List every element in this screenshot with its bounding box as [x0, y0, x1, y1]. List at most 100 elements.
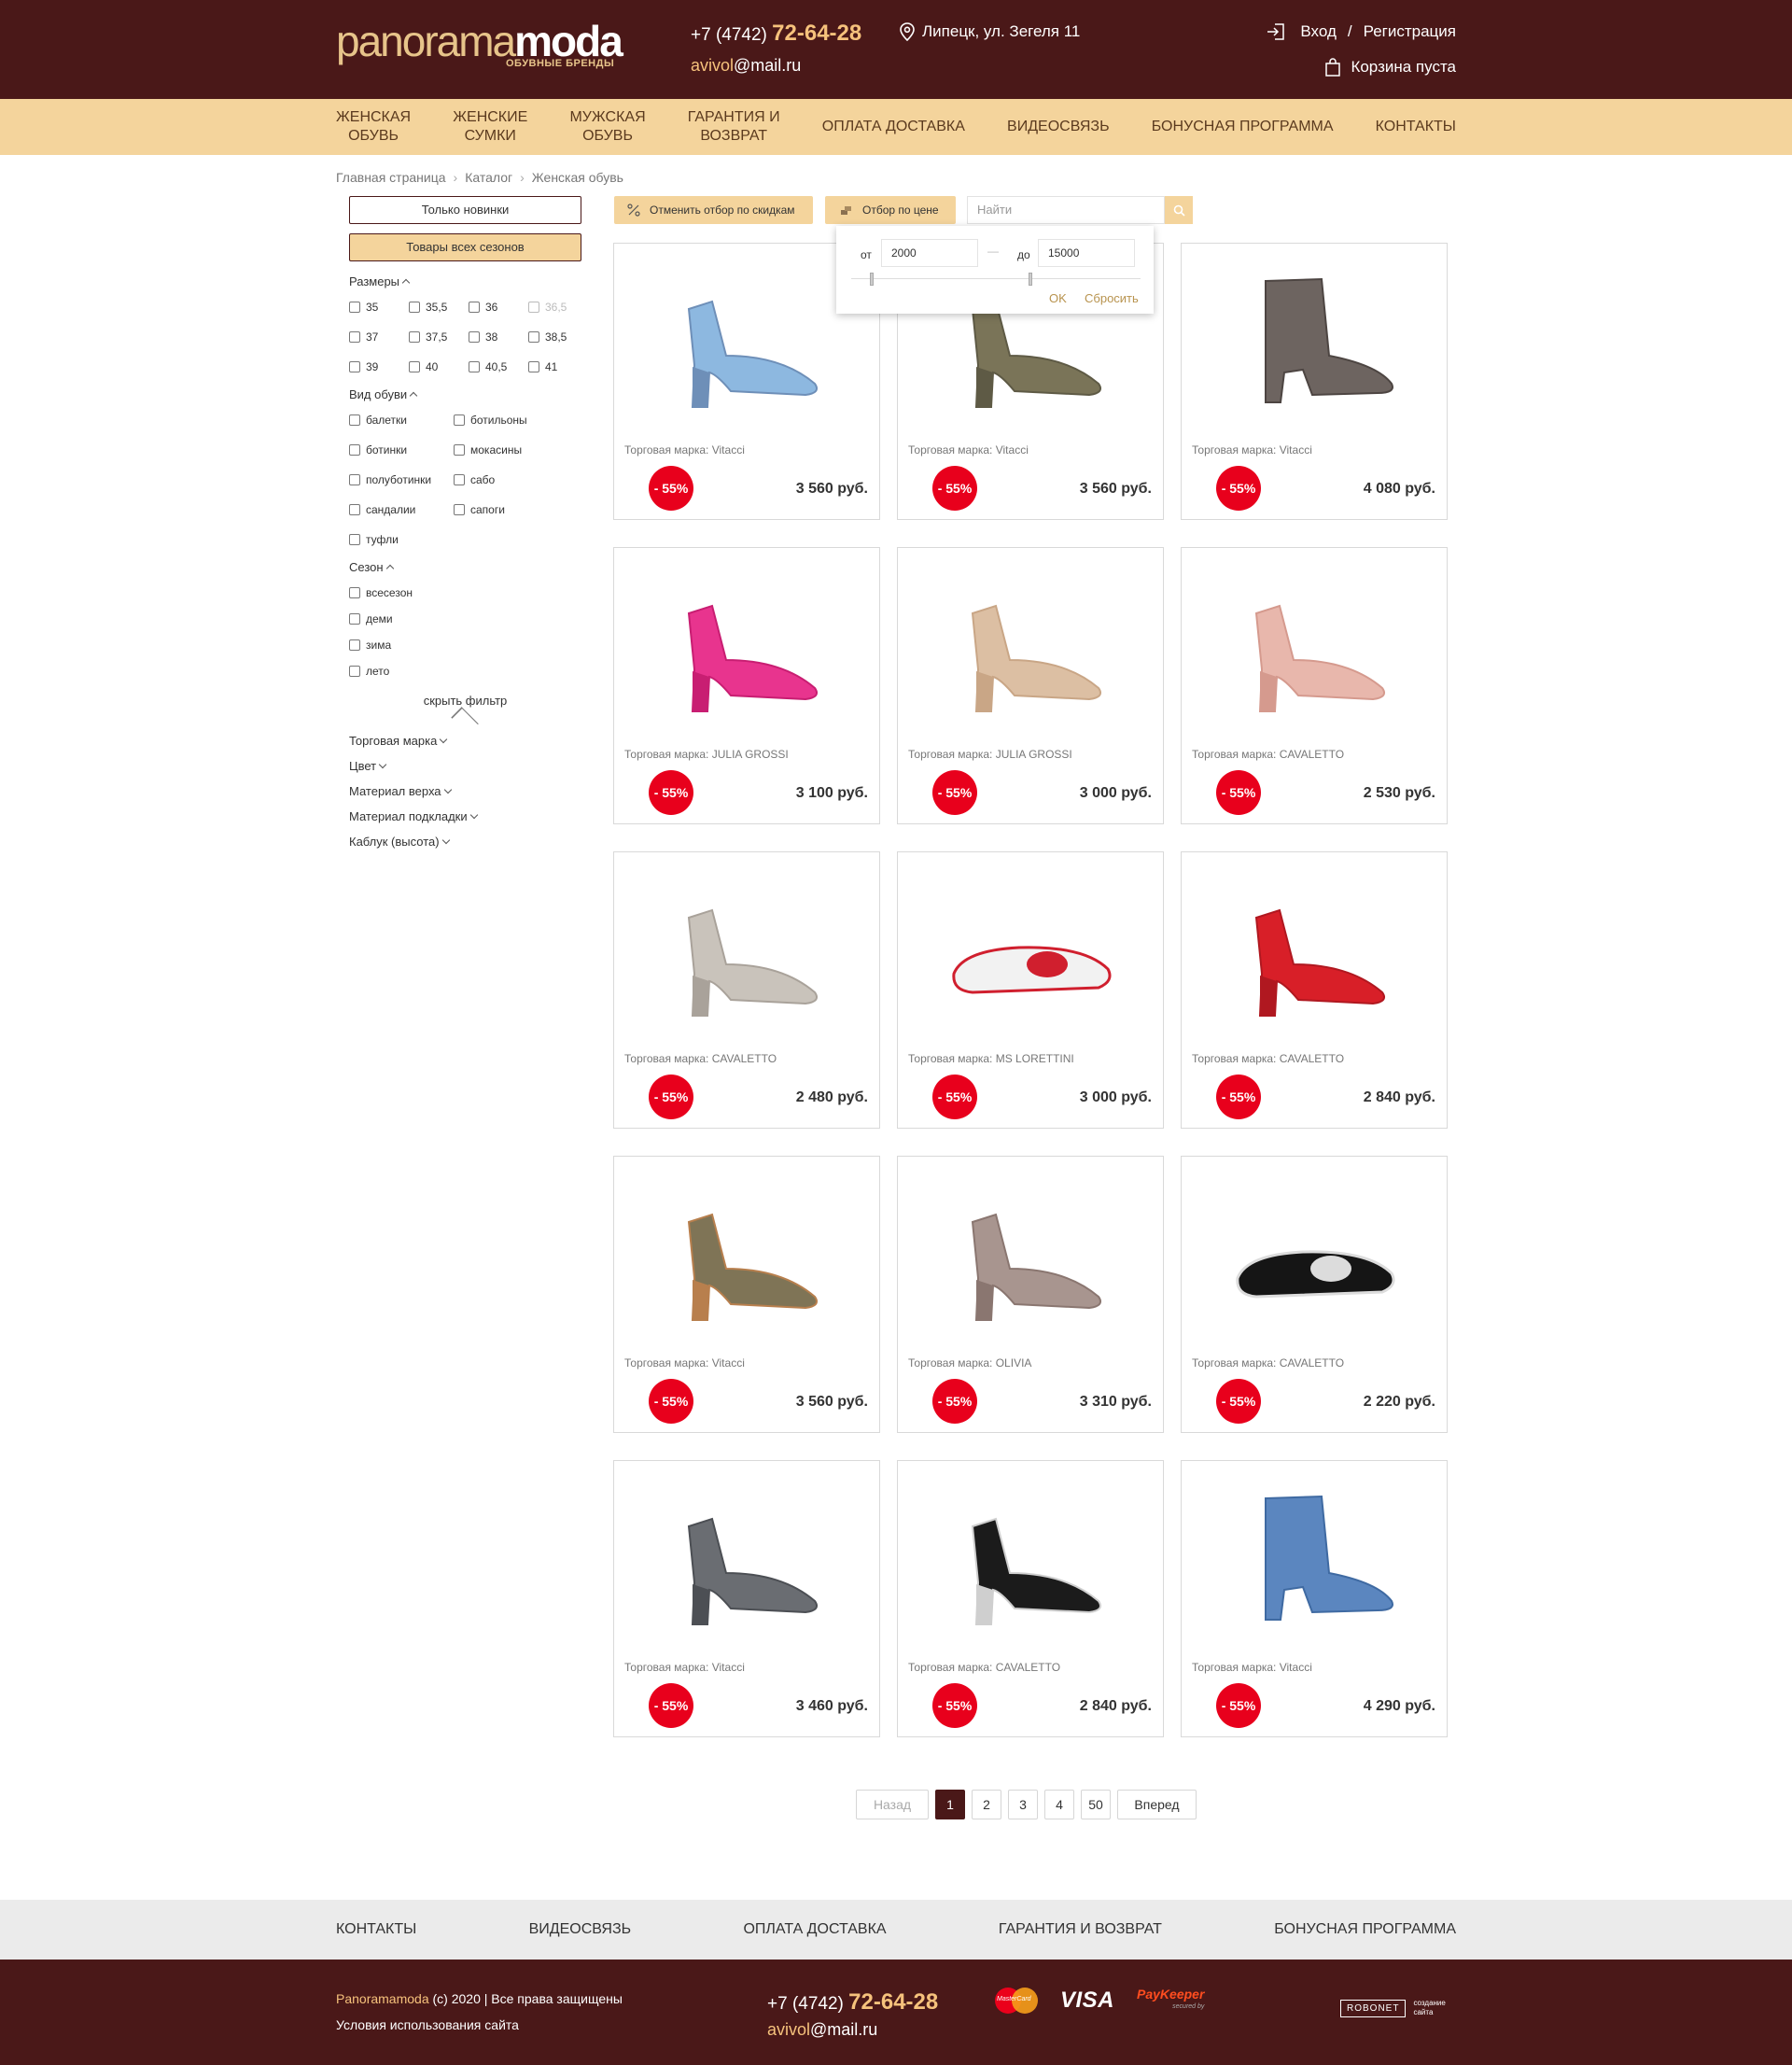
- checkbox[interactable]: [454, 504, 465, 515]
- collapsed-filter-toggle[interactable]: Материал подкладки: [349, 809, 582, 823]
- checkbox[interactable]: [349, 504, 360, 515]
- checkbox[interactable]: [349, 613, 360, 625]
- product-card[interactable]: Торговая марка: Vitacci - 55% 3 460 руб.: [613, 1460, 880, 1737]
- nav-item[interactable]: ОПЛАТА ДОСТАВКА: [822, 118, 965, 136]
- all-seasons-button[interactable]: Товары всех сезонов: [349, 233, 581, 261]
- size-checkbox[interactable]: 40: [409, 359, 469, 374]
- checkbox[interactable]: [349, 302, 360, 313]
- checkbox[interactable]: [454, 414, 465, 426]
- product-card[interactable]: Торговая марка: CAVALETTO - 55% 2 840 руб.: [897, 1460, 1164, 1737]
- checkbox[interactable]: [409, 302, 420, 313]
- product-image[interactable]: [623, 557, 870, 735]
- size-checkbox[interactable]: 35: [349, 300, 409, 315]
- sizes-filter-toggle[interactable]: Размеры: [349, 274, 582, 288]
- checkbox[interactable]: [349, 639, 360, 651]
- checkbox[interactable]: [349, 361, 360, 372]
- season-checkbox[interactable]: деми: [349, 611, 536, 626]
- footer-brand-link[interactable]: Panoramamoda: [336, 1991, 429, 2006]
- checkbox[interactable]: [409, 361, 420, 372]
- footer-nav-item[interactable]: БОНУСНАЯ ПРОГРАММА: [1274, 1921, 1456, 1938]
- product-card[interactable]: Торговая марка: Vitacci - 55% 4 080 руб.: [1181, 243, 1448, 520]
- footer-email[interactable]: avivol@mail.ru: [767, 2020, 877, 2040]
- product-card[interactable]: Торговая марка: CAVALETTO - 55% 2 480 руб.: [613, 851, 880, 1129]
- page-number-button[interactable]: 50: [1081, 1790, 1111, 1819]
- only-new-button[interactable]: Только новинки: [349, 196, 581, 224]
- collapsed-filter-toggle[interactable]: Каблук (высота): [349, 835, 582, 849]
- search-button[interactable]: [1165, 196, 1193, 224]
- price-filter-button[interactable]: Отбор по цене: [825, 196, 956, 224]
- next-page-button[interactable]: Вперед: [1117, 1790, 1197, 1819]
- nav-item[interactable]: ГАРАНТИЯ И ВОЗВРАТ: [688, 108, 780, 146]
- collapsed-filter-toggle[interactable]: Материал верха: [349, 784, 582, 798]
- checkbox[interactable]: [349, 414, 360, 426]
- product-image[interactable]: [1191, 1470, 1437, 1648]
- product-image[interactable]: [907, 557, 1154, 735]
- product-card[interactable]: Торговая марка: JULIA GROSSI - 55% 3 000 р…: [897, 547, 1164, 824]
- price-ok-button[interactable]: OK: [1049, 291, 1067, 305]
- product-card[interactable]: Торговая марка: JULIA GROSSI - 55% 3 100 р…: [613, 547, 880, 824]
- footer-nav-item[interactable]: ВИДЕОСВЯЗЬ: [529, 1921, 632, 1938]
- checkbox[interactable]: [349, 474, 360, 485]
- price-from-input[interactable]: 2000: [881, 239, 978, 267]
- robonet-logo[interactable]: ROBONET создание сайта: [1340, 1999, 1446, 2017]
- checkbox[interactable]: [349, 444, 360, 456]
- shoe-type-checkbox[interactable]: сабо: [454, 472, 566, 487]
- season-filter-toggle[interactable]: Сезон: [349, 560, 582, 574]
- shoe-type-checkbox[interactable]: туфли: [349, 532, 454, 547]
- nav-item[interactable]: ВИДЕОСВЯЗЬ: [1007, 118, 1110, 136]
- cart[interactable]: Корзина пуста: [1324, 58, 1456, 77]
- checkbox[interactable]: [469, 331, 480, 343]
- footer-nav-item[interactable]: КОНТАКТЫ: [336, 1921, 416, 1938]
- checkbox[interactable]: [469, 361, 480, 372]
- shoe-type-checkbox[interactable]: сандалии: [349, 502, 454, 517]
- checkbox[interactable]: [454, 444, 465, 456]
- product-card[interactable]: Торговая марка: CAVALETTO - 55% 2 530 руб.: [1181, 547, 1448, 824]
- breadcrumb-item[interactable]: Главная страница: [336, 170, 446, 185]
- price-slider-track[interactable]: [851, 278, 1141, 279]
- cancel-discount-filter-button[interactable]: Отменить отбор по скидкам: [614, 196, 813, 224]
- page-number-button[interactable]: 4: [1044, 1790, 1074, 1819]
- size-checkbox[interactable]: 37,5: [409, 330, 469, 344]
- season-checkbox[interactable]: всесезон: [349, 585, 536, 600]
- product-image[interactable]: [1191, 253, 1437, 430]
- nav-item[interactable]: КОНТАКТЫ: [1376, 118, 1456, 136]
- product-card[interactable]: Торговая марка: MS LORETTINI - 55% 3 000 р…: [897, 851, 1164, 1129]
- size-checkbox[interactable]: 39: [349, 359, 409, 374]
- breadcrumb-item[interactable]: Каталог: [465, 170, 512, 185]
- checkbox[interactable]: [349, 666, 360, 677]
- product-image[interactable]: [623, 862, 870, 1039]
- shoe-type-checkbox[interactable]: мокасины: [454, 442, 566, 457]
- size-checkbox[interactable]: 36: [469, 300, 528, 315]
- product-card[interactable]: Торговая марка: CAVALETTO - 55% 2 840 руб.: [1181, 851, 1448, 1129]
- product-image[interactable]: [623, 253, 870, 430]
- logo[interactable]: panoramamoda ОБУВНЫЕ БРЕНДЫ: [336, 17, 623, 77]
- product-card[interactable]: Торговая марка: OLIVIA - 55% 3 310 руб.: [897, 1156, 1164, 1433]
- collapsed-filter-toggle[interactable]: Цвет: [349, 759, 582, 773]
- page-number-button[interactable]: 3: [1008, 1790, 1038, 1819]
- product-image[interactable]: [907, 1470, 1154, 1648]
- footer-phone[interactable]: +7 (4742) 72-64-28: [767, 1989, 938, 2016]
- product-card[interactable]: Торговая марка: Vitacci - 55% 3 560 руб.: [613, 1156, 880, 1433]
- collapsed-filter-toggle[interactable]: Торговая марка: [349, 734, 582, 748]
- header-email[interactable]: avivol@mail.ru: [691, 56, 801, 76]
- size-checkbox[interactable]: 38,5: [528, 330, 588, 344]
- product-image[interactable]: [1191, 1166, 1437, 1343]
- register-link[interactable]: Регистрация: [1364, 22, 1456, 41]
- price-to-input[interactable]: 15000: [1038, 239, 1135, 267]
- checkbox[interactable]: [349, 534, 360, 545]
- nav-item[interactable]: ЖЕНСКИЕ СУМКИ: [453, 108, 527, 146]
- checkbox[interactable]: [528, 331, 539, 343]
- size-checkbox[interactable]: 35,5: [409, 300, 469, 315]
- checkbox[interactable]: [454, 474, 465, 485]
- size-checkbox[interactable]: 37: [349, 330, 409, 344]
- checkbox[interactable]: [349, 587, 360, 598]
- hide-filter-link[interactable]: скрыть фильтр: [349, 694, 581, 708]
- price-reset-button[interactable]: Сбросить: [1085, 291, 1139, 305]
- season-checkbox[interactable]: лето: [349, 664, 536, 679]
- shoe-type-checkbox[interactable]: балетки: [349, 413, 454, 428]
- checkbox[interactable]: [528, 361, 539, 372]
- nav-item[interactable]: ЖЕНСКАЯ ОБУВЬ: [336, 108, 411, 146]
- size-checkbox[interactable]: 41: [528, 359, 588, 374]
- prev-page-button[interactable]: Назад: [856, 1790, 929, 1819]
- collapse-arrow-icon[interactable]: [349, 707, 581, 735]
